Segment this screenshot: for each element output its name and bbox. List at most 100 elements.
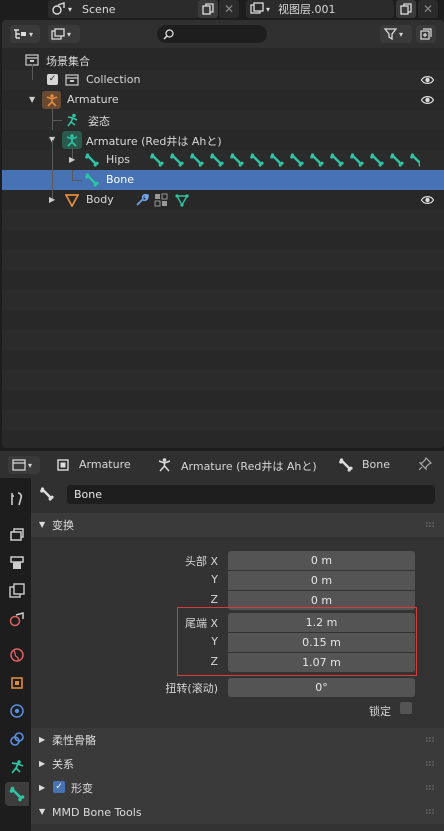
copy-icon xyxy=(202,3,214,15)
row-label: Armature (Red井は Ahと) xyxy=(86,135,222,148)
outliner-row-pose[interactable]: 姿态 xyxy=(2,108,444,130)
child-bone-icon xyxy=(250,153,264,167)
mesh-data-icon[interactable] xyxy=(175,193,189,207)
close-icon: ✕ xyxy=(223,2,235,16)
drag-handle-icon[interactable] xyxy=(426,785,436,791)
new-collection-button[interactable] xyxy=(416,25,436,43)
chevron-down-icon: ▾ xyxy=(28,460,33,470)
tab-scene[interactable] xyxy=(5,607,29,631)
outliner-row-armature[interactable]: ▼ Armature xyxy=(2,90,444,110)
drag-handle-icon[interactable] xyxy=(426,761,436,767)
chevron-down-icon: ▾ xyxy=(29,29,34,39)
transform-panel-body: 头部 X 0 m Y 0 m Z 0 m 尾端 X 1.2 m Y 0.15 m… xyxy=(31,537,444,728)
panel-deform-header[interactable]: ▶ ✓ 形变 xyxy=(31,776,444,800)
editor-type-button[interactable]: ▾ xyxy=(10,25,40,43)
chevron-down-icon: ▾ xyxy=(399,29,404,39)
new-scene-button[interactable] xyxy=(198,0,218,18)
lock-label: 锁定 xyxy=(369,705,391,718)
outliner-empty-row xyxy=(2,430,444,448)
checkmark-icon: ✓ xyxy=(55,781,63,792)
exclude-checkbox[interactable]: ✓ xyxy=(47,74,58,85)
new-viewlayer-button[interactable] xyxy=(396,0,416,18)
deform-checkbox[interactable]: ✓ xyxy=(53,781,65,793)
output-icon xyxy=(10,556,24,569)
tab-object[interactable] xyxy=(5,671,29,695)
child-bone-icon xyxy=(310,153,324,167)
outliner-empty-row xyxy=(2,310,444,330)
expand-arrow-icon[interactable]: ▼ xyxy=(29,95,35,104)
outliner-empty-row xyxy=(2,370,444,390)
editor-type-button[interactable]: ▾ xyxy=(8,456,40,474)
world-icon xyxy=(10,648,24,662)
child-bone-icon xyxy=(270,153,284,167)
tab-constraints[interactable] xyxy=(5,727,29,751)
tab-render[interactable] xyxy=(5,523,29,547)
tab-view-layer[interactable] xyxy=(5,579,29,603)
expand-arrow-icon[interactable]: ▶ xyxy=(49,195,55,204)
head-x-label: 头部 X xyxy=(184,555,218,568)
panel-relations-header[interactable]: ▶ 关系 xyxy=(31,752,444,776)
tab-bone[interactable] xyxy=(5,782,29,806)
row-label: Body xyxy=(86,193,114,206)
head-y-field[interactable]: 0 m xyxy=(228,571,415,590)
outliner-panel: ▾ ▾ ▾ 场景集合 ✓ Collection ▼ Armature 姿态 Ar… xyxy=(2,20,444,448)
search-input[interactable] xyxy=(157,25,267,43)
panel-bendy-bones-header[interactable]: ▶ 柔性骨骼 xyxy=(31,728,444,752)
child-bone-icon xyxy=(210,153,224,167)
constraint-icon xyxy=(10,732,24,746)
outliner-header: ▾ ▾ ▾ xyxy=(2,20,444,48)
tab-physics[interactable] xyxy=(5,699,29,723)
vertex-groups-icon[interactable] xyxy=(154,193,168,207)
tree-line xyxy=(52,120,53,130)
mesh-object-icon xyxy=(65,194,79,207)
tree-line xyxy=(52,140,53,200)
delete-viewlayer-button[interactable]: ✕ xyxy=(418,0,438,18)
outliner-row-body[interactable]: ▶ Body xyxy=(2,140,444,210)
row-label: Hips xyxy=(106,153,131,166)
pin-icon[interactable] xyxy=(418,457,432,471)
expand-arrow-icon[interactable]: ▶ xyxy=(69,155,75,164)
tail-highlight-box xyxy=(177,607,417,676)
armature-data-icon xyxy=(62,131,82,149)
render-icon xyxy=(10,528,24,541)
drag-handle-icon[interactable] xyxy=(426,737,436,743)
head-x-field[interactable]: 0 m xyxy=(228,551,415,570)
panel-transform-header[interactable]: ▼ 变换 xyxy=(31,513,444,537)
viewlayer-selector[interactable]: ▾ 视图层.001 xyxy=(246,0,394,18)
tab-output[interactable] xyxy=(5,551,29,575)
tab-world[interactable] xyxy=(5,643,29,667)
drag-handle-icon[interactable] xyxy=(426,809,436,815)
panel-title: 关系 xyxy=(52,758,74,771)
lock-checkbox[interactable] xyxy=(400,702,412,714)
delete-scene-button[interactable]: ✕ xyxy=(219,0,239,18)
display-mode-button[interactable]: ▾ xyxy=(48,25,80,43)
outliner-row-collection[interactable]: ✓ Collection xyxy=(2,64,444,90)
outliner-row-bone[interactable]: Bone xyxy=(2,170,444,190)
filter-button[interactable]: ▾ xyxy=(380,25,412,43)
outliner-empty-row xyxy=(2,250,444,270)
armature-data-icon xyxy=(11,760,24,774)
drag-handle-icon[interactable] xyxy=(426,522,436,528)
row-label: Armature xyxy=(67,93,119,106)
outliner-row-hips[interactable]: ▶ Hips xyxy=(2,148,444,170)
outliner-row-scene-collection[interactable]: 场景集合 xyxy=(2,50,444,70)
copy-icon xyxy=(400,3,412,15)
eye-icon[interactable] xyxy=(421,94,434,106)
outliner-empty-row xyxy=(2,390,444,410)
tab-tool[interactable] xyxy=(5,487,29,511)
top-header: ▾ Scene ✕ ▾ 视图层.001 ✕ xyxy=(0,0,444,18)
eye-icon[interactable] xyxy=(421,194,434,206)
eye-icon[interactable] xyxy=(421,74,434,86)
scene-selector[interactable]: ▾ Scene xyxy=(48,0,200,18)
object-icon xyxy=(11,677,23,689)
outliner-empty-row xyxy=(2,210,444,230)
tab-armature-data[interactable] xyxy=(5,755,29,779)
close-icon: ✕ xyxy=(422,2,434,16)
roll-field[interactable]: 0° xyxy=(228,678,415,697)
panel-mmd-bone-tools-header[interactable]: ▼ MMD Bone Tools xyxy=(31,800,444,824)
filter-icon xyxy=(384,28,397,40)
outliner-empty-row xyxy=(2,290,444,310)
outliner-row-armature-data[interactable]: ▼ Armature (Red井は Ahと) xyxy=(2,120,444,150)
bone-name-input[interactable]: Bone xyxy=(67,485,435,504)
wrench-icon[interactable] xyxy=(135,193,149,207)
